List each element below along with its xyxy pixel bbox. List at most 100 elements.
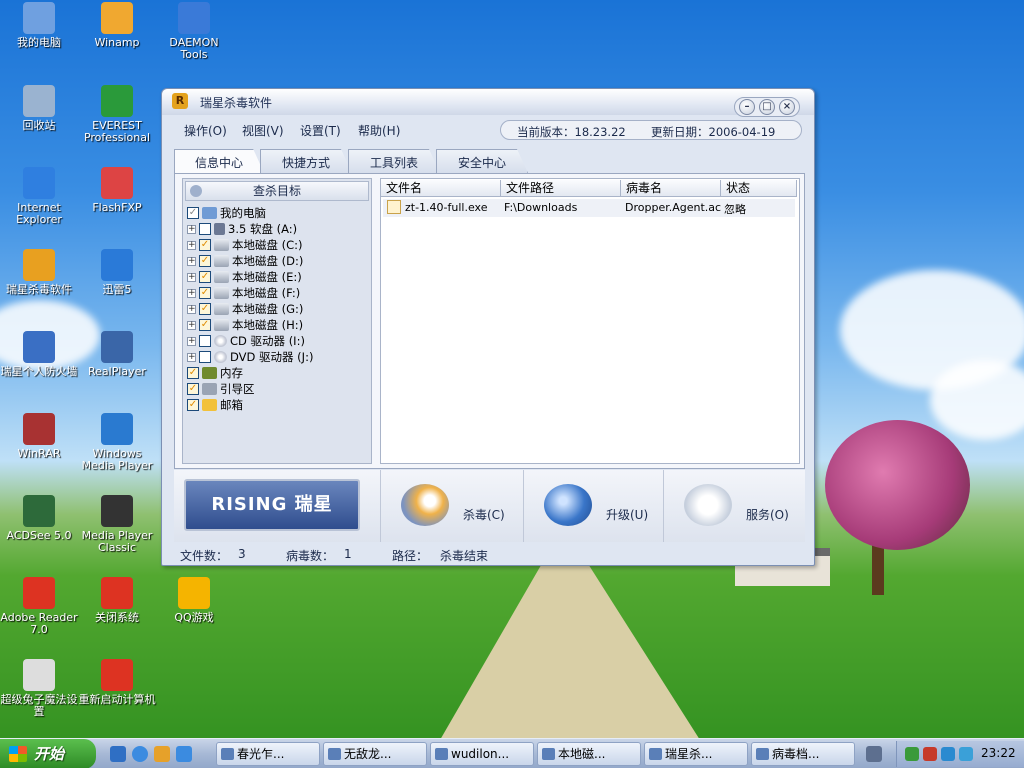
taskbar-button[interactable]: 本地磁...: [537, 742, 641, 766]
tree-checkbox[interactable]: ✓: [199, 271, 211, 283]
desktop-icon-winrar[interactable]: WinRAR: [0, 413, 78, 460]
expand-icon[interactable]: +: [187, 352, 196, 362]
tree-checkbox[interactable]: ✓: [199, 239, 211, 251]
desktop-icon-ie[interactable]: Internet Explorer: [0, 167, 78, 226]
minimize-button[interactable]: –: [739, 99, 755, 115]
tab-shortcuts[interactable]: 快捷方式: [260, 149, 352, 173]
desktop-icon-realplayer[interactable]: RealPlayer: [78, 331, 156, 378]
desktop-icon-qq-game[interactable]: QQ游戏: [155, 577, 233, 624]
desktop-icon-rising-antivirus[interactable]: 瑞星杀毒软件: [0, 249, 78, 296]
tree-checkbox[interactable]: ✓: [187, 207, 199, 219]
ie-quicklaunch-icon[interactable]: [132, 746, 148, 762]
tree-item[interactable]: + CD 驱动器 (I:): [187, 333, 305, 349]
tree-checkbox[interactable]: ✓: [199, 287, 211, 299]
desktop-icon-winamp[interactable]: Winamp: [78, 2, 156, 49]
tree-item[interactable]: ✓ 内存: [187, 365, 243, 381]
tree-item[interactable]: ✓ 引导区: [187, 381, 255, 397]
expand-icon[interactable]: +: [187, 224, 196, 234]
menu-help[interactable]: 帮助(H): [358, 122, 400, 139]
expand-icon[interactable]: +: [187, 336, 196, 346]
taskbar-button[interactable]: 瑞星杀...: [644, 742, 748, 766]
column-virus-name[interactable]: 病毒名: [621, 180, 721, 197]
cloud: [930, 360, 1024, 440]
upgrade-button[interactable]: 升级(U): [523, 470, 665, 542]
tree-checkbox[interactable]: ✓: [187, 367, 199, 379]
tree-item[interactable]: + ✓ 本地磁盘 (F:): [187, 285, 300, 301]
tab-tools[interactable]: 工具列表: [348, 149, 440, 173]
tree-item[interactable]: + ✓ 本地磁盘 (H:): [187, 317, 303, 333]
taskbar-button[interactable]: wudilon...: [430, 742, 534, 766]
column-status[interactable]: 状态: [721, 180, 797, 197]
expand-icon[interactable]: +: [187, 256, 196, 266]
tree-item[interactable]: +3.5 软盘 (A:): [187, 221, 297, 237]
tree-item[interactable]: + ✓ 本地磁盘 (C:): [187, 237, 303, 253]
desktop-icon-adobe-reader[interactable]: Adobe Reader 7.0: [0, 577, 78, 636]
tree-item[interactable]: + ✓ 本地磁盘 (G:): [187, 301, 303, 317]
shield-tray-icon[interactable]: [959, 747, 973, 761]
tree-item[interactable]: + DVD 驱动器 (J:): [187, 349, 313, 365]
firewall-tray-icon[interactable]: [941, 747, 955, 761]
close-button[interactable]: ×: [779, 99, 795, 115]
desktop-icon-shutdown[interactable]: 关闭系统: [78, 577, 156, 624]
keyboard-icon[interactable]: [866, 746, 882, 762]
rising-logo: RISING 瑞星: [184, 479, 360, 531]
adobe-reader-icon: [23, 577, 55, 609]
restore-button[interactable]: □: [759, 99, 775, 115]
blossom-tree: [825, 420, 970, 550]
taskbar-button[interactable]: 病毒档...: [751, 742, 855, 766]
qq-game-icon: [178, 577, 210, 609]
tree-checkbox[interactable]: ✓: [199, 319, 211, 331]
title-bar[interactable]: R 瑞星杀毒软件 – □ ×: [162, 89, 814, 117]
scan-target-header[interactable]: 查杀目标: [185, 181, 369, 201]
tree-item-label: 本地磁盘 (E:): [232, 270, 302, 284]
tree-checkbox[interactable]: ✓: [199, 255, 211, 267]
desktop-icon-xunlei[interactable]: 迅雷5: [78, 249, 156, 296]
tree-checkbox[interactable]: [199, 223, 211, 235]
desktop-icon-computer[interactable]: 我的电脑: [0, 2, 78, 49]
expand-icon[interactable]: +: [187, 240, 196, 250]
tab-info-center[interactable]: 信息中心: [174, 149, 264, 173]
expand-icon[interactable]: +: [187, 272, 196, 282]
tree-item[interactable]: + ✓ 本地磁盘 (E:): [187, 269, 302, 285]
desktop-icon-acdsee[interactable]: ACDSee 5.0: [0, 495, 78, 542]
column-file-path[interactable]: 文件路径: [501, 180, 621, 197]
menu-operate[interactable]: 操作(O): [184, 122, 227, 139]
network-icon[interactable]: [905, 747, 919, 761]
expand-icon[interactable]: +: [187, 288, 196, 298]
desktop-icon-everest[interactable]: EVEREST Professional: [78, 85, 156, 144]
taskbar-button[interactable]: 春光乍...: [216, 742, 320, 766]
desktop-icon-daemon-tools[interactable]: DAEMON Tools: [155, 2, 233, 61]
start-button[interactable]: 开始: [0, 739, 96, 768]
desktop-icon-rabbit[interactable]: 超级兔子魔法设置: [0, 659, 78, 718]
tree-item[interactable]: ✓ 邮箱: [187, 397, 243, 413]
desktop-icon-restart[interactable]: 重新启动计算机: [78, 659, 156, 706]
tree-checkbox[interactable]: [199, 335, 211, 347]
tree-checkbox[interactable]: [199, 351, 211, 363]
scan-button[interactable]: 杀毒(C): [380, 470, 522, 542]
tree-checkbox[interactable]: ✓: [187, 383, 199, 395]
tab-security-center[interactable]: 安全中心: [436, 149, 528, 173]
show-desktop-icon[interactable]: [110, 746, 126, 762]
xunlei-quicklaunch-icon[interactable]: [176, 746, 192, 762]
antivirus-tray-icon[interactable]: [923, 747, 937, 761]
desktop-icon-recycle-bin[interactable]: 回收站: [0, 85, 78, 132]
desktop-icon-mpc[interactable]: Media Player Classic: [78, 495, 156, 554]
desktop-icon-rising-firewall[interactable]: 瑞星个人防火墙: [0, 331, 78, 378]
menu-view[interactable]: 视图(V): [242, 122, 284, 139]
clock[interactable]: 23:22: [981, 746, 1016, 760]
tree-item[interactable]: + ✓ 本地磁盘 (D:): [187, 253, 303, 269]
column-file-name[interactable]: 文件名: [381, 180, 501, 197]
taskbar-button[interactable]: 无敌龙...: [323, 742, 427, 766]
menu-settings[interactable]: 设置(T): [300, 122, 341, 139]
flashfxp-quicklaunch-icon[interactable]: [154, 746, 170, 762]
desktop-icon-flashfxp[interactable]: FlashFXP: [78, 167, 156, 214]
expand-icon[interactable]: +: [187, 304, 196, 314]
tree-checkbox[interactable]: ✓: [199, 303, 211, 315]
tree-item[interactable]: ✓ 我的电脑: [187, 205, 266, 221]
service-button[interactable]: 服务(O): [663, 470, 805, 542]
desktop-icon-wmp[interactable]: Windows Media Player: [78, 413, 156, 472]
tree-item-label: 我的电脑: [220, 206, 266, 220]
tree-checkbox[interactable]: ✓: [187, 399, 199, 411]
taskbar-button-label: 病毒档...: [772, 747, 820, 761]
expand-icon[interactable]: +: [187, 320, 196, 330]
